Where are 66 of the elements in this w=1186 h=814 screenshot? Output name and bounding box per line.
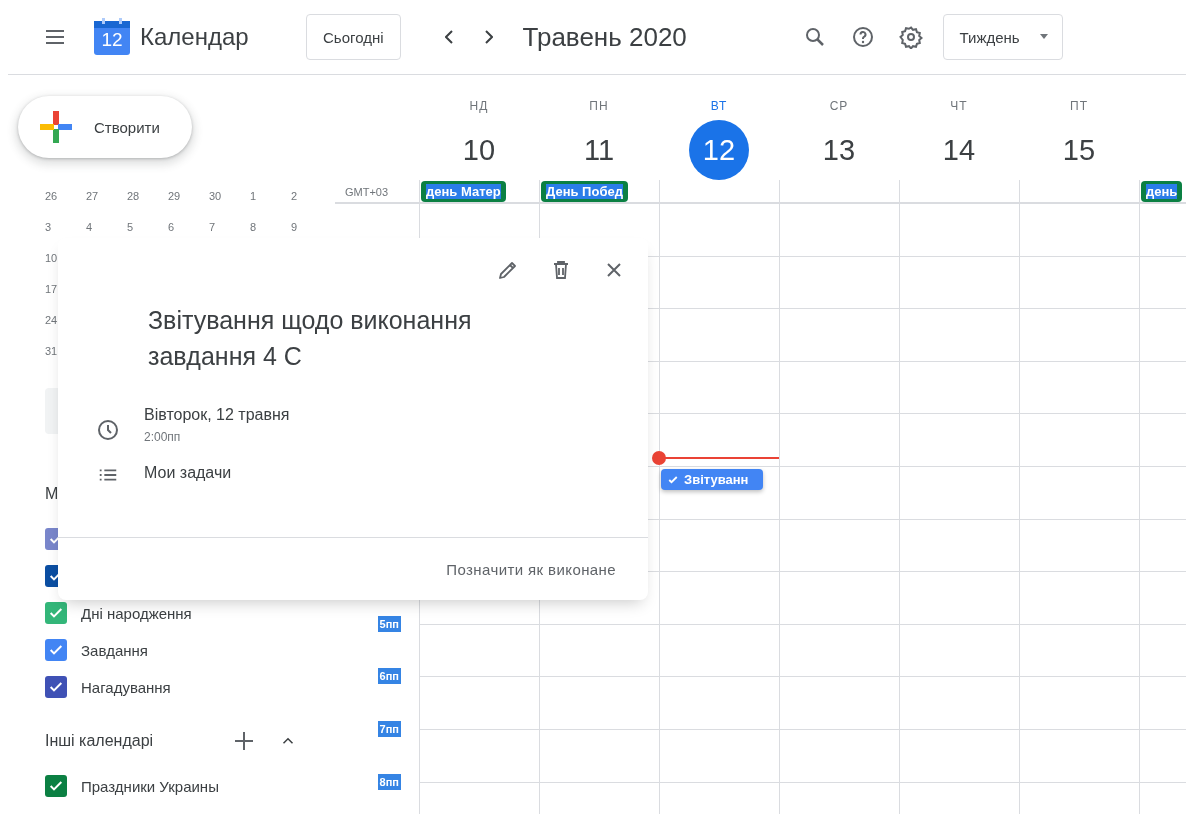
weekday-label: НД	[469, 99, 489, 113]
day-number[interactable]: 14	[929, 120, 989, 180]
checkbox[interactable]	[45, 639, 67, 661]
holiday-event[interactable]: день Матер	[421, 181, 506, 202]
holiday-event[interactable]: День Побед	[541, 181, 628, 202]
section-title[interactable]: М	[45, 485, 59, 503]
hour-label: 7пп	[377, 721, 401, 737]
section-title[interactable]: Інші календарі	[45, 732, 230, 750]
mini-calendar-day[interactable]: 8	[250, 217, 257, 238]
app-title: Календар	[140, 23, 250, 51]
hour-label: 8пп	[377, 773, 401, 790]
calendar-name[interactable]: Праздники Украины	[81, 777, 219, 795]
view-dropdown[interactable]: Тиждень	[942, 14, 1063, 60]
mini-calendar-day[interactable]: 31	[45, 341, 58, 362]
day-number[interactable]: 11	[569, 120, 629, 180]
weekday-label: ВТ	[710, 99, 728, 113]
calendar-name[interactable]: Завдання	[81, 641, 148, 659]
mini-calendar-day[interactable]: 7	[209, 217, 216, 238]
today-button[interactable]: Сьогодні	[306, 14, 401, 60]
mini-calendar-day[interactable]: 10	[45, 248, 58, 269]
mini-calendar-day[interactable]: 3	[45, 217, 52, 238]
mini-calendar-day[interactable]: 29	[168, 186, 181, 207]
help-icon	[850, 25, 875, 49]
mini-calendar-day[interactable]: 26	[45, 186, 58, 207]
weekday-label: ПТ	[1070, 99, 1088, 113]
mini-calendar-day[interactable]: 17	[45, 279, 58, 300]
plus-icon	[38, 109, 74, 145]
task-event[interactable]: Звітуванн	[661, 469, 763, 490]
mini-calendar-day[interactable]: 27	[86, 186, 99, 207]
day-number[interactable]: 15	[1049, 120, 1109, 180]
settings-icon	[898, 25, 923, 49]
timezone-label: GMT+03	[344, 185, 390, 200]
mini-calendar-day[interactable]: 4	[86, 217, 93, 238]
create-button[interactable]: Створити	[18, 96, 192, 158]
checkbox[interactable]	[45, 676, 67, 698]
period-title: Травень 2020	[522, 21, 688, 53]
mini-calendar-day[interactable]: 6	[168, 217, 175, 238]
weekday-label: СР	[829, 99, 849, 113]
mini-calendar-day[interactable]: 28	[127, 186, 140, 207]
mini-calendar-day[interactable]: 5	[127, 217, 134, 238]
chevron-left-icon	[444, 30, 453, 44]
mark-done-button[interactable]: Позначити як виконане	[434, 552, 628, 586]
weekday-label: ЧТ	[950, 99, 968, 113]
checkbox[interactable]	[45, 775, 67, 797]
plus-icon	[232, 729, 256, 753]
mini-calendar-day[interactable]: 9	[291, 217, 298, 238]
chevron-right-icon	[484, 30, 493, 44]
clock-icon	[96, 418, 120, 442]
event-title: Звітування щодо виконання завдання 4 С	[148, 305, 473, 372]
checkbox[interactable]	[45, 602, 67, 624]
mini-calendar-day[interactable]: 1	[250, 186, 257, 207]
weekday-label: ПН	[589, 99, 609, 113]
day-number[interactable]: 10	[449, 120, 509, 180]
event-time: 2:00пп	[144, 430, 182, 444]
hour-label: 6пп	[377, 668, 401, 685]
calendar-name[interactable]: Дні народження	[81, 604, 192, 622]
mini-calendar-day[interactable]: 24	[45, 310, 58, 331]
calendar-name[interactable]: Нагадування	[81, 678, 171, 696]
event-date: Вівторок, 12 травня	[144, 406, 290, 424]
mini-calendar-day[interactable]: 30	[209, 186, 222, 207]
holiday-event[interactable]: день	[1141, 181, 1183, 202]
day-number[interactable]: 13	[809, 120, 869, 180]
day-number[interactable]: 12	[689, 120, 749, 180]
hour-label: 5пп	[377, 615, 401, 632]
mini-calendar-day[interactable]: 2	[291, 186, 298, 207]
task-list-name: Мои задачи	[144, 464, 232, 482]
